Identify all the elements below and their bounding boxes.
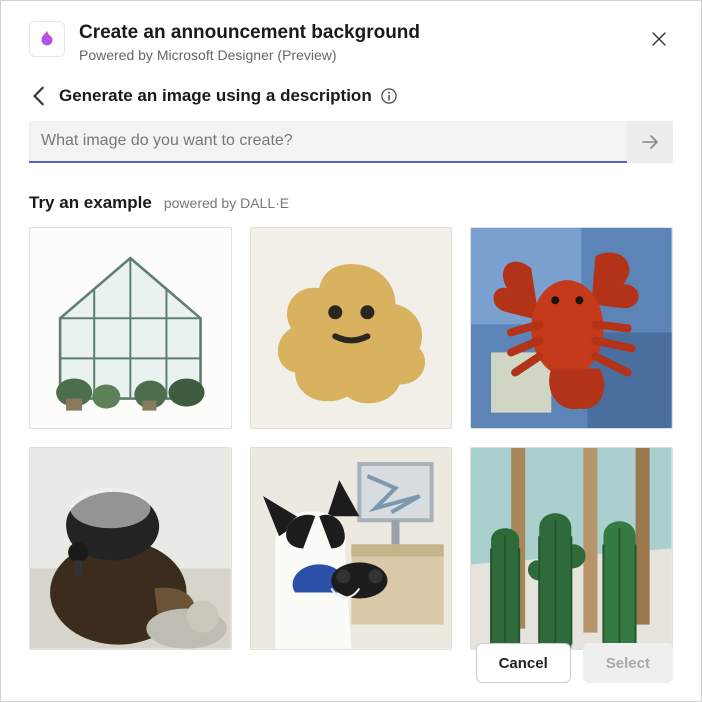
designer-dialog: Create an announcement background Powere… (0, 0, 702, 702)
example-thumb-lobster[interactable] (470, 227, 673, 430)
cancel-button[interactable]: Cancel (476, 643, 571, 683)
example-thumb-cacti[interactable] (470, 447, 673, 650)
submit-button[interactable] (627, 121, 673, 163)
breadcrumb-label: Generate an image using a description (59, 86, 372, 106)
powered-by-label: powered by DALL·E (164, 195, 289, 211)
dialog-header: Create an announcement background Powere… (29, 21, 673, 63)
example-thumb-sponge[interactable] (250, 227, 453, 430)
example-thumb-greenhouse[interactable] (29, 227, 232, 430)
example-thumb-cat-gaming[interactable] (250, 447, 453, 650)
back-button[interactable] (29, 85, 51, 107)
info-icon[interactable] (380, 87, 398, 105)
example-thumb-bear-helmet[interactable] (29, 447, 232, 650)
breadcrumb: Generate an image using a description (29, 85, 673, 107)
dialog-subtitle: Powered by Microsoft Designer (Preview) (79, 47, 645, 63)
close-button[interactable] (645, 25, 673, 53)
dialog-title: Create an announcement background (79, 21, 645, 45)
examples-header: Try an example powered by DALL·E (29, 193, 673, 213)
close-icon (651, 31, 667, 47)
dialog-footer: Cancel Select (476, 643, 673, 683)
examples-grid (29, 227, 673, 650)
designer-app-icon (29, 21, 65, 57)
prompt-input-row (29, 121, 673, 163)
select-button[interactable]: Select (583, 643, 673, 683)
try-example-label: Try an example (29, 193, 152, 213)
chevron-left-icon (29, 85, 51, 107)
arrow-right-icon (640, 132, 660, 152)
prompt-input[interactable] (29, 121, 627, 163)
